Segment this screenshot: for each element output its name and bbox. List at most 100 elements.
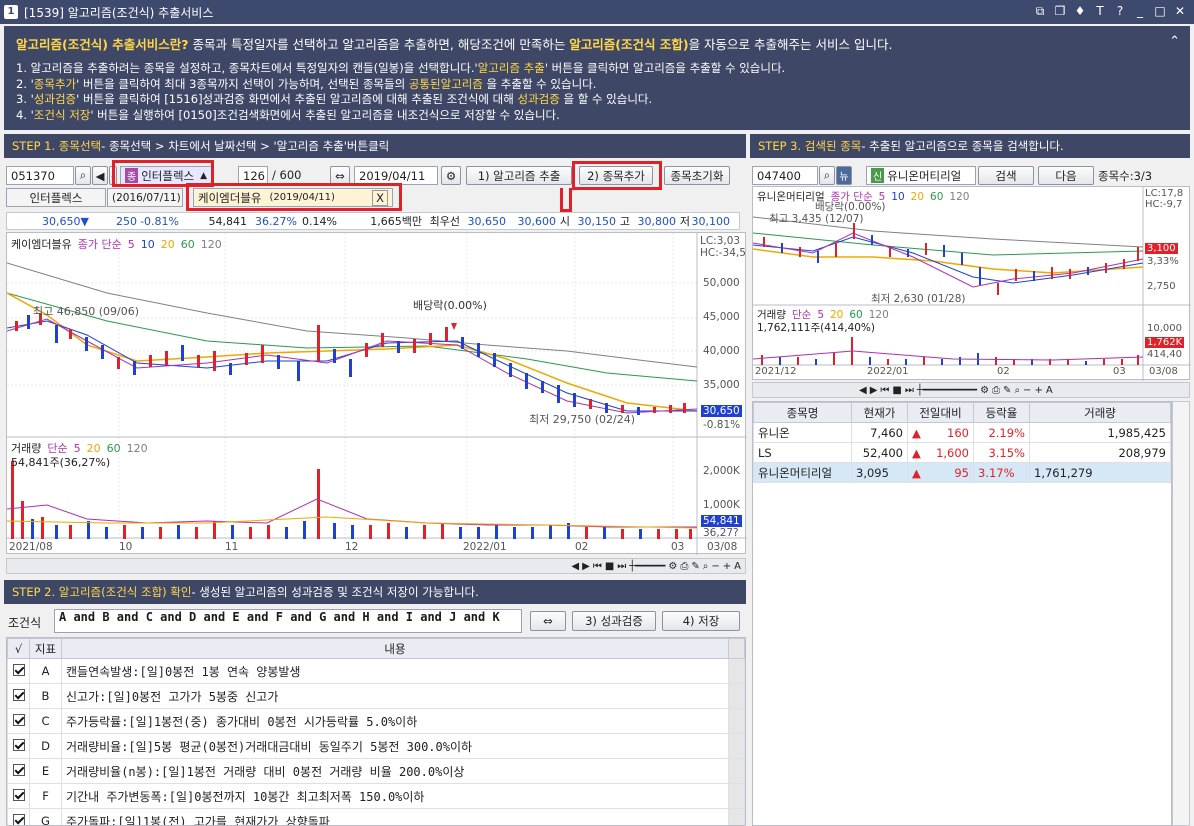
condition-checkbox[interactable]	[7, 733, 30, 759]
condition-checkbox[interactable]	[7, 658, 30, 684]
col-price-header[interactable]: 현재가	[851, 402, 908, 423]
checkbox-icon[interactable]	[12, 688, 25, 701]
result-row[interactable]: 유니온 7,460 ▲ 160 2.19% 1,985,425	[753, 422, 1171, 443]
condition-row[interactable]: C 주가등락률:[일]1봉전(중) 종가대비 0봉전 시가등락률 5.0%이하	[7, 708, 745, 734]
stop-icon[interactable]: ■	[892, 385, 901, 396]
zoom-out-icon[interactable]: −	[711, 561, 719, 572]
first-icon[interactable]: ⏮	[880, 385, 889, 396]
result-scrollbar[interactable]	[1172, 401, 1190, 826]
link-icon[interactable]: ⧉	[1032, 3, 1048, 19]
condition-checkbox[interactable]	[7, 758, 30, 784]
condition-checkbox[interactable]	[7, 683, 30, 709]
save-button[interactable]: 4) 저장	[662, 611, 740, 631]
search-icon[interactable]: ⌕	[75, 166, 91, 185]
condition-expression[interactable]: A and B and C and D and E and F and G an…	[54, 609, 522, 633]
scrollbar-track[interactable]	[728, 733, 745, 759]
condition-row[interactable]: A 캔들연속발생:[일]0봉전 1봉 연속 양봉발생	[7, 658, 745, 684]
chart-canvas[interactable]	[7, 233, 747, 555]
checkbox-icon[interactable]	[12, 713, 25, 726]
print-icon[interactable]: ⎙	[992, 385, 1000, 396]
result-volume: 208,979	[1029, 442, 1171, 463]
condition-row[interactable]: B 신고가:[일]0봉전 고가가 5봉중 신고가	[7, 683, 745, 709]
stock-code-input[interactable]: 051370	[6, 166, 74, 185]
scrollbar-track[interactable]	[728, 783, 745, 809]
draw-icon[interactable]: ✎	[691, 561, 699, 572]
condition-row[interactable]: E 거래량비율(n봉):[일]1봉전 거래량 대비 0봉전 거래량 비율 200.…	[7, 758, 745, 784]
swap-button[interactable]: ⇔	[530, 611, 566, 631]
zoom-in-icon[interactable]: +	[1034, 385, 1042, 396]
pin-icon[interactable]: ♦	[1072, 3, 1088, 19]
result-stock-name[interactable]: 유니온	[753, 422, 852, 443]
stop-icon[interactable]: ■	[605, 561, 614, 572]
y-tick: 40,000	[703, 345, 740, 357]
scrollbar-track[interactable]	[728, 758, 745, 784]
condition-row[interactable]: G 주가돌파:[일]1봉(전) 고가를 현재가가 상향돌파	[7, 808, 745, 825]
scroll-left-icon[interactable]: ◀	[859, 385, 867, 396]
collapse-icon[interactable]: ⌃	[1169, 34, 1180, 49]
scroll-right-icon[interactable]: ▶	[870, 385, 878, 396]
copy-icon[interactable]: ❐	[1052, 3, 1068, 19]
settings-icon[interactable]: ⚙	[668, 561, 677, 572]
result-stock-name[interactable]: 유니온머티리얼	[753, 462, 852, 483]
zoom-out-icon[interactable]: −	[1023, 385, 1031, 396]
checkbox-icon[interactable]	[12, 663, 25, 676]
first-icon[interactable]: ⏮	[593, 561, 602, 572]
checkbox-icon[interactable]	[12, 788, 25, 801]
condition-row[interactable]: D 거래량비율:[일]5봉 평균(0봉전)거래대금대비 동일주기 5봉전 300.…	[7, 733, 745, 759]
scrollbar-track[interactable]	[728, 683, 745, 709]
col-change-header[interactable]: 전일대비	[907, 402, 974, 423]
condition-checkbox[interactable]	[7, 808, 30, 825]
help-icon[interactable]: ?	[1112, 3, 1128, 19]
checkbox-icon[interactable]	[12, 813, 25, 825]
result-row[interactable]: 유니온머티리얼 3,095 ▲ 95 3.17% 1,761,279	[753, 462, 1171, 483]
scrollbar-track[interactable]	[728, 808, 745, 825]
zoom-slider[interactable]: ┼━━━━━	[629, 561, 665, 572]
next-button[interactable]: 다음	[1038, 166, 1094, 185]
reset-stocks-button[interactable]: 종목초기화	[664, 166, 730, 185]
print-icon[interactable]: ⎙	[680, 561, 688, 572]
auto-icon[interactable]: A	[1046, 385, 1053, 396]
scrollbar-track[interactable]	[728, 708, 745, 734]
auto-icon[interactable]: A	[734, 561, 741, 572]
search-button[interactable]: 검색	[978, 166, 1034, 185]
col-name-header[interactable]: 종목명	[753, 402, 852, 423]
zoom-icon[interactable]: ⌕	[703, 561, 709, 572]
service-info-panel: 알고리즘(조건식) 추출서비스란? 종목과 특정일자를 선택하고 알고리즘을 추…	[4, 26, 1190, 130]
condition-checkbox[interactable]	[7, 708, 30, 734]
zoom-in-icon[interactable]: +	[723, 561, 731, 572]
extract-algorithm-button[interactable]: 1) 알고리즘 추출	[466, 166, 572, 185]
result-stock-name[interactable]: LS	[753, 442, 852, 463]
col-volume-header[interactable]: 거래량	[1029, 402, 1171, 423]
search-icon[interactable]: ⌕	[819, 166, 835, 185]
scroll-right-icon[interactable]: ▶	[582, 561, 590, 572]
result-pct: 2.19%	[973, 422, 1030, 443]
zoom-slider[interactable]: ┼━━━━━━━━━	[917, 385, 977, 396]
condition-checkbox[interactable]	[7, 783, 30, 809]
result-row[interactable]: LS 52,400 ▲ 1,600 3.15% 208,979	[753, 442, 1171, 463]
settings-icon[interactable]: ⚙	[980, 385, 989, 396]
condition-table[interactable]: √ 지표 내용 A 캔들연속발생:[일]0봉전 1봉 연속 양봉발생 B 신고가:[일…	[6, 637, 746, 826]
result-code-input[interactable]: 047400	[752, 166, 818, 185]
result-stock-field[interactable]: 신 유니온머티리얼	[866, 166, 976, 185]
result-chart[interactable]: 유니온머티리얼 종가 단순 5 10 20 60 120 배당락(0.00%) 최고 3,4…	[752, 186, 1191, 381]
last-icon[interactable]: ⏭	[905, 385, 914, 396]
checkbox-icon[interactable]	[12, 763, 25, 776]
font-size-icon[interactable]: T	[1092, 3, 1108, 19]
result-table[interactable]: 종목명 현재가 전일대비 등락율 거래량 유니온 7,460 ▲ 160 2.19% 1,…	[752, 401, 1172, 826]
close-icon[interactable]: ✕	[1172, 3, 1188, 19]
scrollbar-track[interactable]	[728, 658, 745, 684]
draw-icon[interactable]: ✎	[1003, 385, 1011, 396]
checkbox-icon[interactable]	[12, 738, 25, 751]
verify-button[interactable]: 3) 성과검증	[572, 611, 656, 631]
zoom-icon[interactable]: ⌕	[1014, 385, 1020, 396]
selected-stock-name[interactable]: 인터플렉스	[6, 188, 106, 207]
minimize-icon[interactable]: _	[1132, 3, 1148, 19]
maximize-icon[interactable]: □	[1152, 3, 1168, 19]
speaker-icon[interactable]: ◀	[92, 166, 108, 185]
scroll-left-icon[interactable]: ◀	[571, 561, 579, 572]
condition-row[interactable]: F 기간내 주가변동폭:[일]0봉전까지 10봉간 최고최저폭 150.0%이하	[7, 783, 745, 809]
stock-chart[interactable]: 케이엠더블유 종가 단순 5 10 20 60 120 LC:3,03 HC:-34,5 5…	[6, 232, 747, 555]
last-icon[interactable]: ⏭	[617, 561, 626, 572]
gear-icon[interactable]: ⚙	[441, 166, 461, 185]
col-pct-header[interactable]: 등락율	[973, 402, 1030, 423]
